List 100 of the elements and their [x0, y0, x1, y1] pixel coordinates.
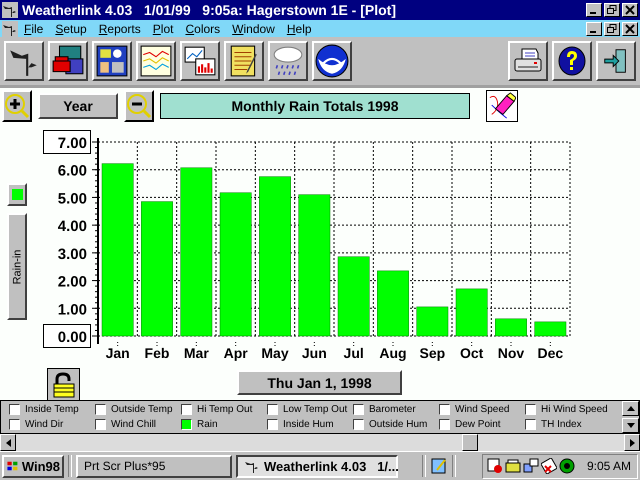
axis-label-box: 0.00 [43, 324, 91, 348]
bar [456, 288, 488, 336]
series-label-button[interactable]: Rain-in [7, 213, 27, 320]
menu-item[interactable]: Reports [92, 22, 147, 36]
axis-label: Jul [344, 345, 364, 361]
help-button[interactable] [552, 41, 592, 81]
taskbar-button[interactable]: Weatherlink 4.03 1/... [236, 454, 398, 478]
checkbox[interactable]: Wind Chill [95, 417, 181, 432]
control-panel-icon [95, 44, 129, 78]
axis-label: 5.00 [58, 190, 87, 208]
axis-label: Feb [144, 345, 170, 361]
toolbar-button[interactable] [224, 41, 264, 81]
minimize-icon[interactable] [586, 3, 602, 17]
bar [495, 318, 527, 336]
checkbox[interactable]: Dew Point [439, 417, 525, 432]
checkbox[interactable]: Barometer [353, 402, 439, 417]
zoom-in-button[interactable] [2, 90, 32, 122]
menu-item[interactable]: Help [280, 22, 318, 36]
checkbox[interactable]: Wind Speed [439, 402, 525, 417]
target-icon[interactable] [558, 458, 575, 474]
toolbar-button[interactable] [508, 41, 548, 81]
checkbox[interactable]: Wind Dir [9, 417, 95, 432]
zoom-out-icon [126, 93, 152, 119]
checkbox[interactable]: Outside Temp [95, 402, 181, 417]
eraser-icon [488, 92, 516, 120]
toolbar-button[interactable] [92, 41, 132, 81]
exit-button[interactable] [596, 41, 636, 81]
axis-label: Oct [460, 345, 484, 361]
axis-label: 1.00 [58, 301, 87, 318]
toolbar-button[interactable] [48, 41, 88, 81]
weather-vane-icon[interactable] [2, 20, 18, 36]
rain-cloud-icon [271, 44, 305, 78]
start-button[interactable]: Win98 [2, 454, 64, 478]
checkbox[interactable]: Low Temp Out [267, 402, 353, 417]
checkbox[interactable]: Inside Temp [9, 402, 95, 417]
axis-label: 3.00 [58, 246, 87, 263]
close-icon[interactable] [622, 3, 638, 17]
taskbar-button[interactable]: Prt Scr Plus*95 [76, 454, 232, 478]
restore-icon[interactable] [604, 22, 620, 36]
menu-item[interactable]: Setup [49, 22, 93, 36]
toolbar-button[interactable] [136, 41, 176, 81]
axis-label: Mar [184, 345, 209, 361]
restore-icon[interactable] [604, 3, 620, 17]
notepad-icon[interactable] [430, 457, 448, 475]
axis-label: May [261, 345, 289, 361]
y-tick-label: 7.00 [58, 135, 87, 152]
toolbar-button[interactable] [180, 41, 220, 81]
lock-button[interactable] [47, 368, 80, 401]
clear-button[interactable] [486, 90, 518, 122]
graph-windows-icon [183, 44, 217, 78]
menu-item[interactable]: Plot [146, 22, 180, 36]
scroll-up-icon[interactable] [622, 401, 639, 416]
folder-icon[interactable] [504, 458, 521, 474]
bar [416, 306, 448, 336]
scroll-down-icon[interactable] [622, 418, 639, 433]
menu-item[interactable]: File [18, 22, 50, 36]
checkbox[interactable]: TH Index [525, 417, 611, 432]
scroll-left-icon[interactable] [0, 434, 16, 451]
axis-label: Jan [106, 345, 130, 361]
checkbox[interactable]: Outside Hum [353, 417, 439, 432]
toolbar-button[interactable] [268, 41, 308, 81]
axis-label: Sep [420, 345, 446, 361]
plot-title: Monthly Rain Totals 1998 [160, 93, 470, 119]
checkbox[interactable]: Hi Temp Out [181, 402, 267, 417]
close-icon[interactable] [622, 22, 638, 36]
axis-label: Jun [302, 345, 327, 361]
minimize-icon[interactable] [586, 22, 602, 36]
line-graph-icon [139, 44, 173, 78]
padlock-icon [52, 372, 76, 398]
toolbar-button[interactable] [4, 41, 44, 81]
checkbox[interactable]: Inside Hum [267, 417, 353, 432]
axis-label: Apr [224, 345, 248, 361]
axis-label: 6.00 [58, 162, 87, 180]
toolbar-button[interactable] [312, 41, 352, 81]
period-button[interactable]: Year [38, 93, 118, 119]
axis-label: Dec [538, 345, 564, 361]
scroll-right-icon[interactable] [624, 434, 640, 451]
help-icon [556, 45, 588, 77]
menu-item[interactable]: Colors [179, 22, 226, 36]
axis-label-box: 7.00 [43, 130, 91, 154]
axis-label: 2.00 [58, 274, 87, 291]
date-button[interactable]: Thu Jan 1, 1998 [237, 370, 402, 395]
checkbox[interactable]: Rain [181, 417, 267, 432]
bar [377, 270, 409, 336]
bar [534, 322, 566, 336]
weather-vane-icon[interactable] [2, 2, 18, 18]
legend-color-button[interactable] [7, 183, 27, 206]
scroll-thumb[interactable] [462, 434, 478, 451]
axis-label: Nov [498, 345, 524, 361]
checkbox[interactable]: Hi Wind Speed [525, 402, 611, 417]
axis-label: 4.00 [58, 218, 87, 236]
axis-label: Aug [379, 345, 407, 361]
clock: 9:05 AM [586, 459, 631, 473]
zoom-in-icon [4, 93, 30, 119]
disconnected-icon[interactable] [540, 458, 557, 474]
bird-globe-icon [315, 44, 349, 78]
zoom-out-button[interactable] [124, 90, 154, 122]
menu-item[interactable]: Window [226, 22, 281, 36]
window-title: Weatherlink 4.03 1/01/99 9:05a: Hagerstown 1E - [Plot] [22, 2, 397, 18]
y-tick-label: 0.00 [58, 329, 87, 346]
